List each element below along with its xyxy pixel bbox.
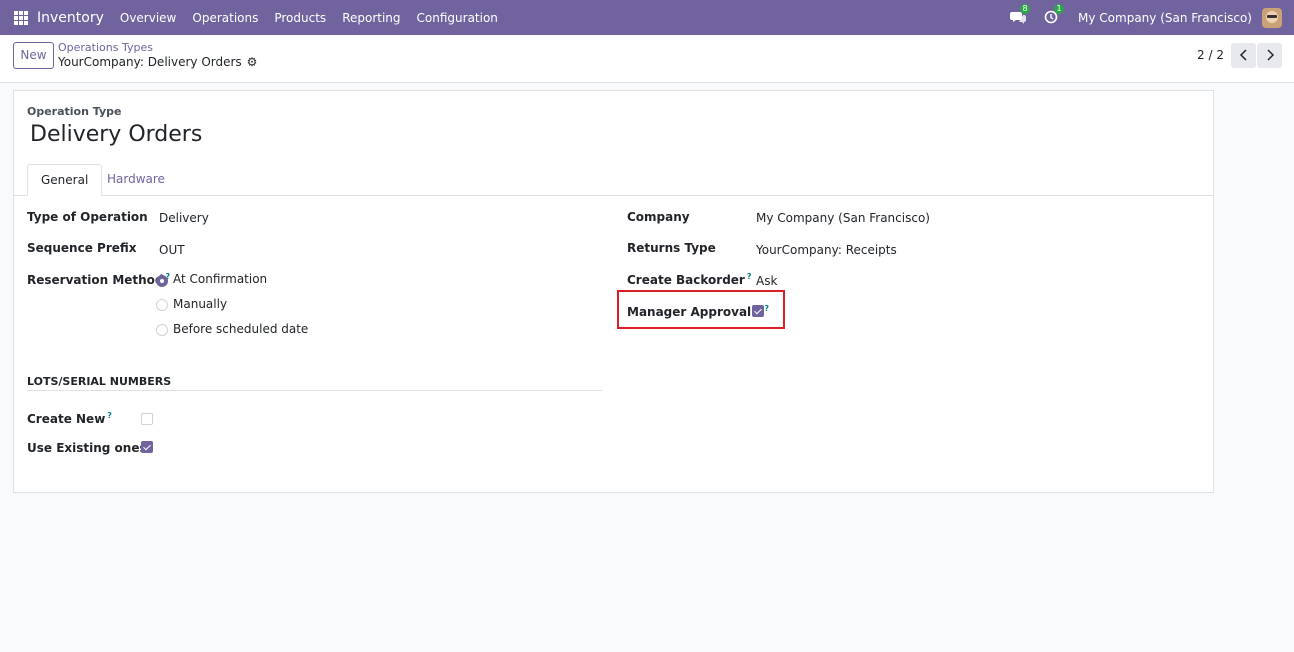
- radio-label-manually[interactable]: Manually: [173, 297, 227, 311]
- app-name[interactable]: Inventory: [37, 10, 104, 26]
- reservation-method-label-text: Reservation Method: [27, 273, 164, 287]
- menu-operations[interactable]: Operations: [192, 11, 258, 25]
- company-switcher[interactable]: My Company (San Francisco): [1078, 11, 1252, 25]
- chevron-left-icon: [1239, 49, 1247, 61]
- create-backorder-field[interactable]: Ask: [756, 274, 777, 288]
- create-new-label-text: Create New: [27, 412, 106, 426]
- menu-products[interactable]: Products: [274, 11, 326, 25]
- chevron-right-icon: [1266, 49, 1274, 61]
- company-label: Company: [627, 210, 690, 224]
- create-backorder-label: Create Backorder?: [627, 272, 751, 287]
- messages-icon[interactable]: 8: [1010, 3, 1031, 26]
- operation-type-title[interactable]: Delivery Orders: [30, 122, 202, 147]
- highlight-box: [617, 290, 785, 329]
- messages-badge: 8: [1020, 3, 1031, 14]
- top-navbar: Inventory Overview Operations Products R…: [0, 0, 1294, 35]
- sequence-prefix-label: Sequence Prefix: [27, 241, 137, 255]
- menu-overview[interactable]: Overview: [120, 11, 177, 25]
- activities-icon[interactable]: 1: [1044, 3, 1065, 26]
- form-sheet: Operation Type Delivery Orders General H…: [13, 90, 1214, 493]
- help-icon[interactable]: ?: [107, 411, 112, 420]
- use-existing-label-text: Use Existing ones: [27, 441, 147, 455]
- radio-label-at-confirmation[interactable]: At Confirmation: [173, 272, 267, 286]
- create-backorder-label-text: Create Backorder: [627, 273, 745, 287]
- menu-reporting[interactable]: Reporting: [342, 11, 400, 25]
- gear-icon[interactable]: ⚙: [247, 55, 258, 69]
- tab-hardware[interactable]: Hardware: [94, 164, 178, 196]
- activities-badge: 1: [1054, 3, 1065, 14]
- use-existing-label: Use Existing ones?: [27, 440, 153, 455]
- pager-next-button[interactable]: [1257, 43, 1282, 68]
- control-panel: New Operations Types YourCompany: Delive…: [0, 35, 1294, 83]
- returns-type-label: Returns Type: [627, 241, 716, 255]
- operation-type-label: Operation Type: [27, 105, 122, 118]
- reservation-method-label: Reservation Method?: [27, 272, 170, 287]
- user-avatar[interactable]: [1262, 7, 1282, 28]
- radio-manually[interactable]: [156, 299, 168, 311]
- type-of-operation-field[interactable]: Delivery: [159, 211, 209, 225]
- new-button[interactable]: New: [13, 42, 54, 69]
- create-new-checkbox[interactable]: [141, 413, 153, 425]
- radio-before-scheduled-date[interactable]: [156, 324, 168, 336]
- type-of-operation-label: Type of Operation: [27, 210, 148, 224]
- navbar-right: 8 1 My Company (San Francisco): [1010, 0, 1294, 35]
- create-new-label: Create New?: [27, 411, 112, 426]
- tab-general[interactable]: General: [27, 164, 103, 196]
- breadcrumb-current-label: YourCompany: Delivery Orders: [58, 55, 242, 69]
- radio-label-before-scheduled-date[interactable]: Before scheduled date: [173, 322, 308, 336]
- sequence-prefix-field[interactable]: OUT: [159, 243, 185, 257]
- form-tabs: General Hardware: [14, 164, 1213, 196]
- company-field[interactable]: My Company (San Francisco): [756, 211, 930, 225]
- lots-section-title: LOTS/SERIAL NUMBERS: [27, 375, 172, 388]
- returns-type-field[interactable]: YourCompany: Receipts: [756, 243, 897, 257]
- breadcrumb-parent[interactable]: Operations Types: [58, 41, 153, 54]
- radio-at-confirmation[interactable]: [156, 275, 168, 287]
- use-existing-checkbox[interactable]: [141, 441, 153, 453]
- help-icon[interactable]: ?: [747, 272, 752, 281]
- pager-previous-button[interactable]: [1231, 43, 1256, 68]
- apps-grid-icon[interactable]: [14, 10, 28, 25]
- section-divider: [27, 390, 602, 391]
- pager-value[interactable]: 2 / 2: [1197, 48, 1224, 62]
- breadcrumb-current: YourCompany: Delivery Orders ⚙: [58, 55, 257, 69]
- menu-configuration[interactable]: Configuration: [417, 11, 498, 25]
